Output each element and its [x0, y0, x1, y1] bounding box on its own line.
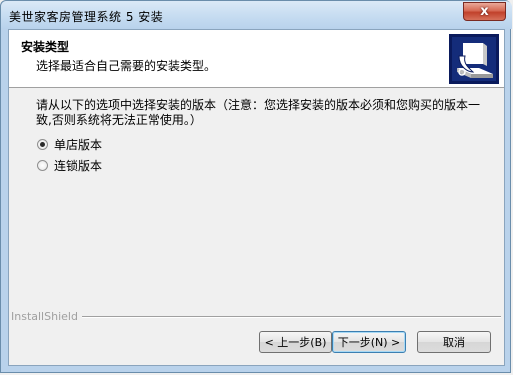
page-title: 安装类型 — [21, 40, 70, 54]
close-icon: x — [480, 4, 489, 19]
instruction-text: 请从以下的选项中选择安装的版本（注意：您选择安装的版本必须和您购买的版本一致,否… — [36, 98, 481, 127]
separator-line — [81, 315, 501, 318]
radio-chain[interactable] — [37, 160, 48, 171]
radio-single-store[interactable] — [37, 139, 48, 150]
header-panel: 安装类型 选择最适合自己需要的安装类型。 — [9, 30, 504, 88]
option-chain[interactable]: 连锁版本 — [37, 157, 102, 174]
installer-box-icon — [449, 34, 499, 84]
back-button[interactable]: < 上一步(B) — [259, 331, 332, 353]
option-single-store-label: 单店版本 — [54, 138, 103, 152]
option-single-store[interactable]: 单店版本 — [37, 136, 102, 153]
option-chain-label: 连锁版本 — [54, 159, 103, 173]
installer-window: 美世家客房管理系统 5 安装 x 安装类型 选择最适合自己需要的安装类型。 请从… — [0, 0, 512, 373]
installshield-brand: InstallShield — [11, 310, 78, 323]
window-title: 美世家客房管理系统 5 安装 — [9, 10, 164, 24]
installshield-separator: InstallShield — [11, 310, 501, 323]
cancel-button[interactable]: 取消 — [417, 331, 491, 353]
page-subtitle: 选择最适合自己需要的安装类型。 — [36, 59, 217, 73]
dialog-client-area: 安装类型 选择最适合自己需要的安装类型。 请从以下的选项中选择安装的版本（注意：… — [8, 29, 505, 366]
next-button[interactable]: 下一步(N) > — [332, 331, 406, 353]
close-button[interactable]: x — [463, 2, 506, 21]
title-bar[interactable]: 美世家客房管理系统 5 安装 x — [1, 1, 512, 29]
